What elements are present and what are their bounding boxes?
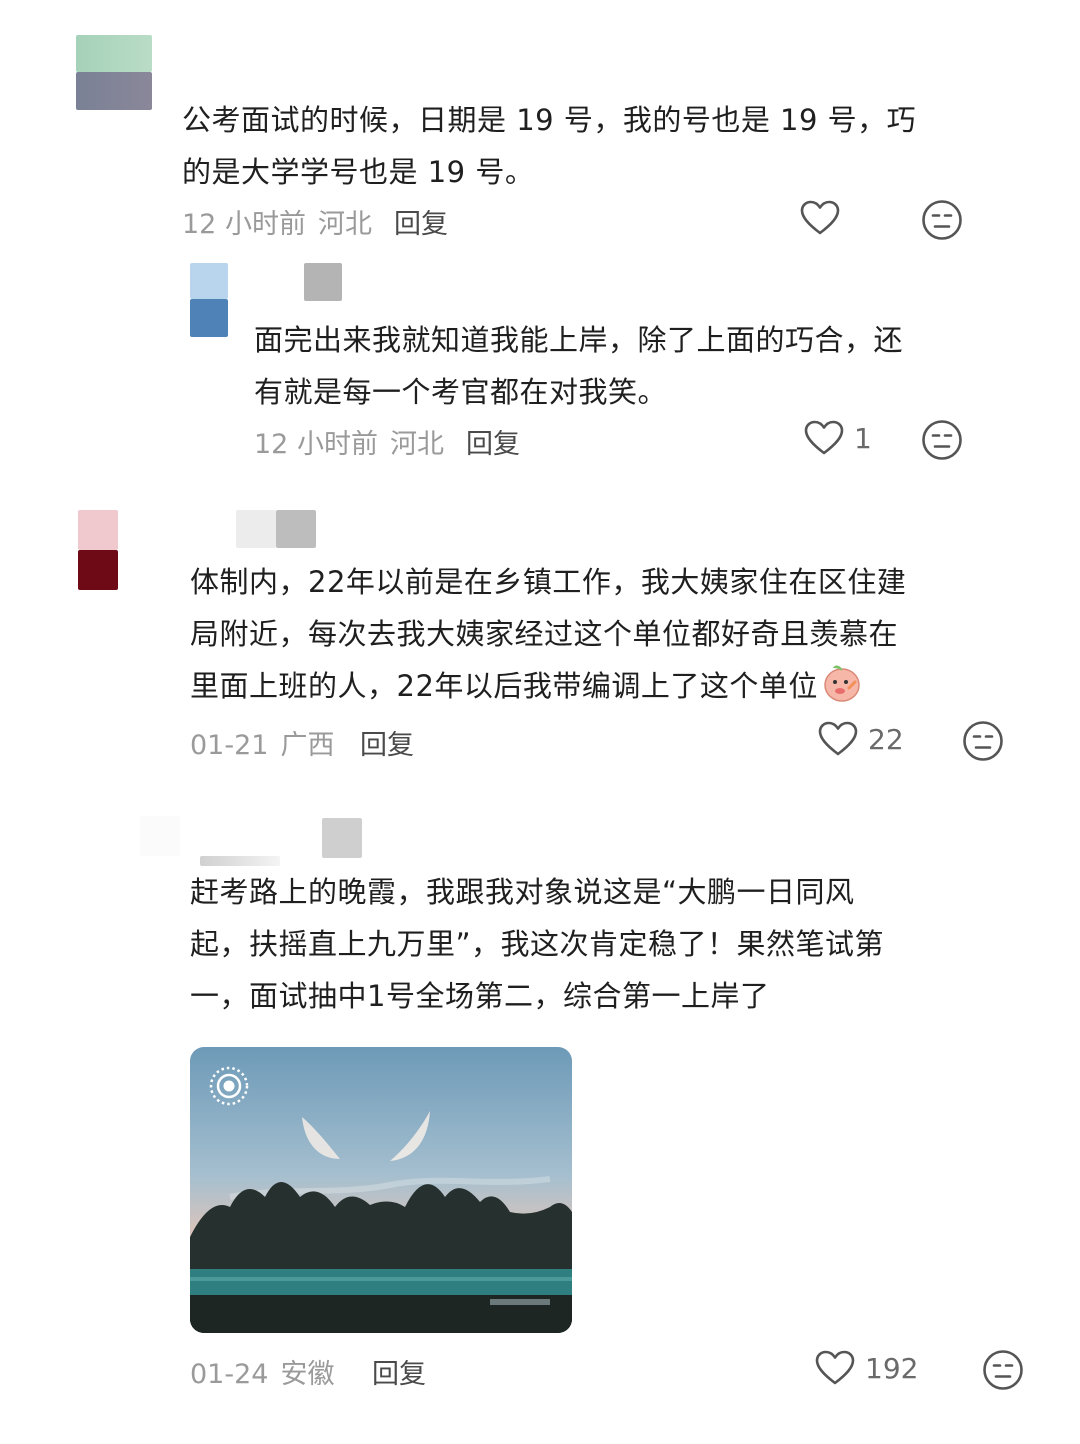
comment-text: 赶考路上的晚霞，我跟我对象说这是“大鹏一日同风 起，扶摇直上九万里”，我这次肯定… — [190, 875, 885, 1013]
username-blur — [236, 510, 276, 548]
react-button[interactable] — [982, 1349, 1024, 1391]
like-count: 192 — [865, 1351, 919, 1385]
username-blur — [304, 263, 342, 301]
location: 河北 — [317, 209, 372, 240]
neutral-face-icon — [963, 721, 1003, 761]
peach-sticker — [824, 665, 860, 702]
neutral-face-icon — [922, 420, 962, 460]
react-button[interactable] — [962, 720, 1004, 762]
timestamp: 01-24 — [190, 1359, 269, 1390]
sunset-sky-photo[interactable] — [190, 1047, 572, 1333]
reply-button[interactable]: 回复 — [372, 1352, 426, 1391]
like-button[interactable]: 22 — [818, 721, 904, 757]
location: 河北 — [389, 429, 444, 460]
comment-meta: 01-21 广西 — [190, 723, 334, 762]
timestamp: 01-21 — [190, 730, 269, 761]
neutral-face-icon — [983, 1350, 1023, 1390]
reply-button[interactable]: 回复 — [360, 723, 414, 762]
username-blur — [322, 818, 362, 858]
heart-outline-icon — [800, 200, 840, 235]
reply-button[interactable]: 回复 — [466, 422, 520, 461]
heart-outline-icon — [818, 721, 858, 756]
react-button[interactable] — [921, 419, 963, 461]
like-button[interactable]: 192 — [815, 1350, 918, 1386]
avatar[interactable] — [140, 816, 180, 856]
comment-meta: 12 小时前 河北 — [182, 202, 372, 241]
comment-meta: 12 小时前 河北 — [254, 422, 444, 461]
live-photo-icon — [209, 1066, 249, 1106]
neutral-face-icon — [922, 200, 962, 240]
like-button[interactable] — [800, 200, 850, 236]
reply-button[interactable]: 回复 — [394, 202, 448, 241]
location: 广西 — [280, 730, 335, 761]
comment-text: 面完出来我就知道我能上岸，除了上面的巧合，还 有就是每一个考官都在对我笑。 — [254, 323, 904, 409]
timestamp: 12 小时前 — [182, 209, 306, 240]
location: 安徽 — [280, 1359, 335, 1390]
heart-outline-icon — [804, 420, 844, 455]
username-blur — [200, 856, 280, 866]
react-button[interactable] — [921, 199, 963, 241]
comment-text: 公考面试的时候，日期是 19 号，我的号也是 19 号，巧 的是大学学号也是 1… — [182, 103, 917, 189]
timestamp: 12 小时前 — [254, 429, 378, 460]
heart-outline-icon — [815, 1350, 855, 1385]
like-count: 1 — [854, 421, 872, 455]
comment-meta: 01-24 安徽 — [190, 1352, 334, 1391]
like-count: 22 — [868, 722, 904, 756]
like-button[interactable]: 1 — [804, 420, 872, 456]
username-blur — [276, 510, 316, 548]
comment-text: 体制内，22年以前是在乡镇工作，我大姨家住在区住建 局附近，每次去我大姨家经过这… — [190, 565, 907, 703]
